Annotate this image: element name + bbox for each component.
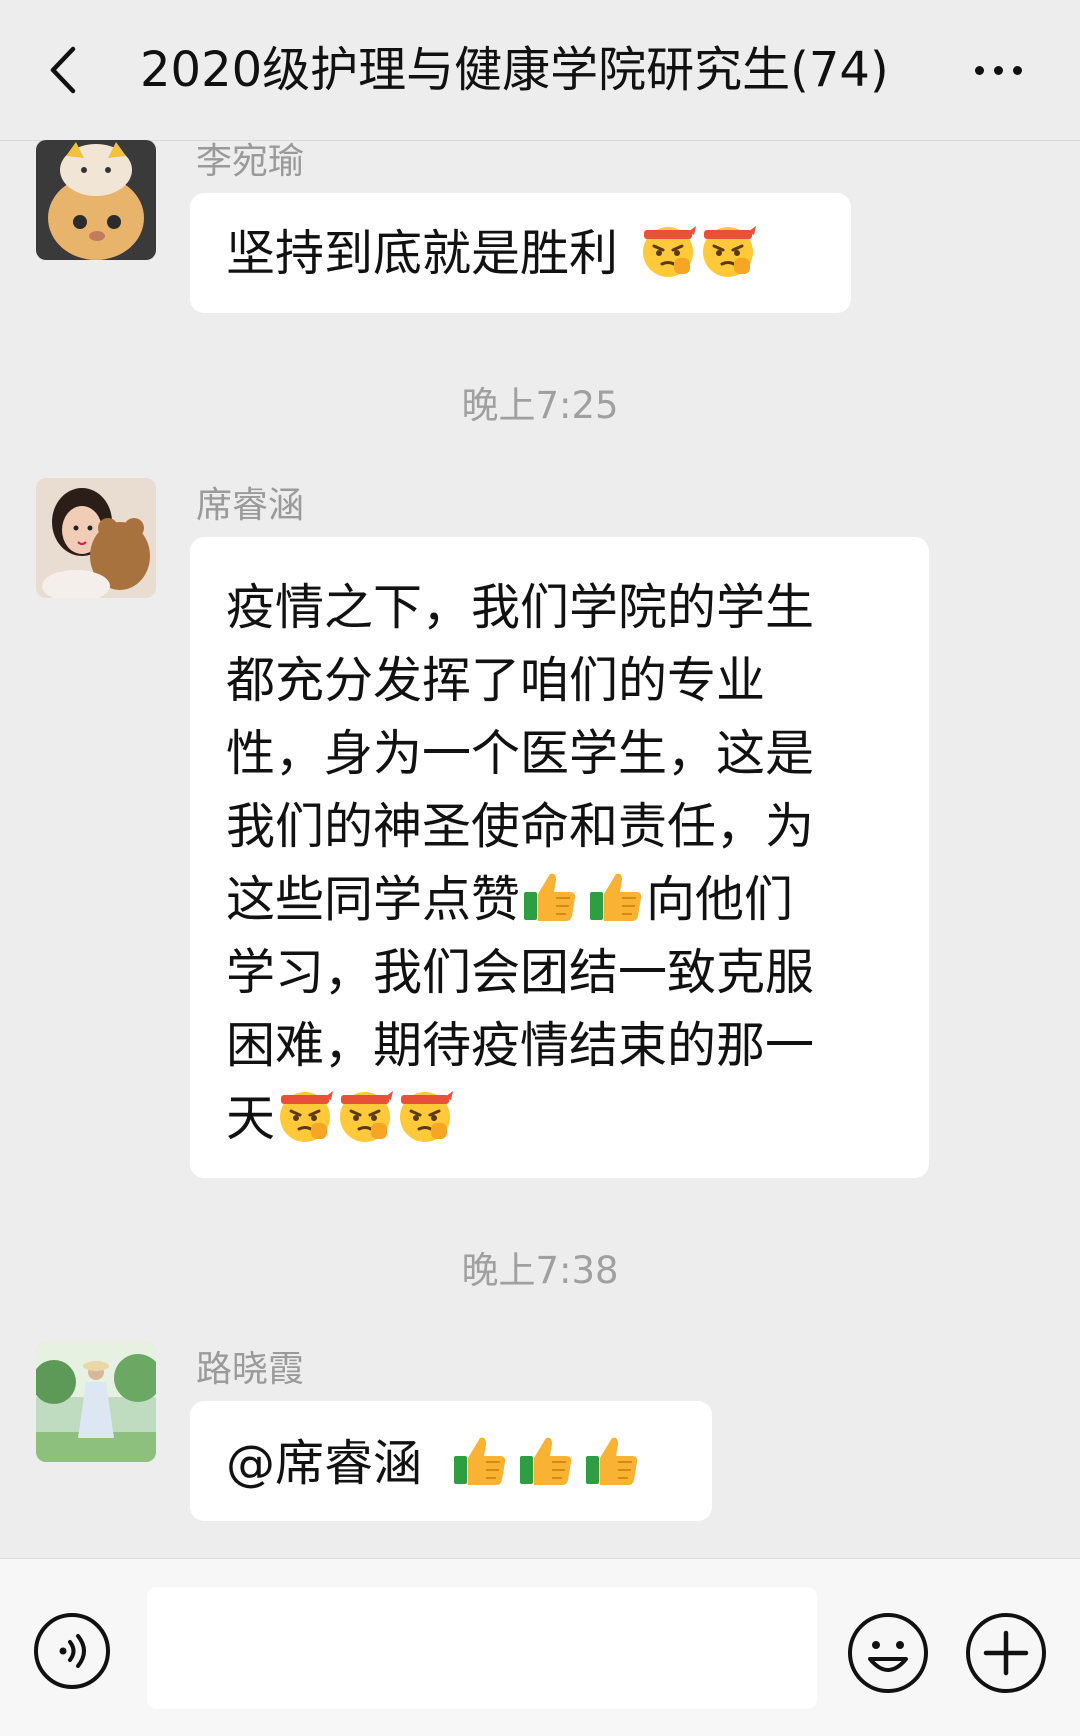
sender-name: 路晓霞 (196, 1349, 305, 1390)
avatar[interactable] (36, 478, 156, 598)
avatar[interactable] (36, 1342, 156, 1462)
message-line-with-emoji: 这些同学点赞 向他们 (226, 863, 909, 936)
timestamp: 晚上7:25 (461, 384, 619, 427)
determined-emoji-icon (638, 220, 698, 280)
plus-circle-icon (966, 1613, 1046, 1693)
determined-emoji-icon (698, 220, 758, 280)
determined-emoji-icon (335, 1085, 395, 1145)
voice-icon (34, 1613, 110, 1689)
more-dot (1012, 65, 1022, 75)
determined-emoji-icon (395, 1085, 455, 1145)
thumbs-up-emoji-icon (520, 866, 580, 926)
thumbs-up-emoji-icon (450, 1430, 510, 1490)
chevron-left-icon (50, 46, 76, 94)
message-line: 性，身为一个医学生，这是 (226, 725, 815, 782)
thumbs-up-emoji-icon (586, 866, 646, 926)
input-bar (0, 1558, 1080, 1736)
thumbs-up-emoji-icon (582, 1430, 642, 1490)
plus-button[interactable] (964, 1611, 1048, 1695)
message-line: 我们的神圣使命和责任，为 (226, 798, 815, 855)
message-line: 都充分发挥了咱们的专业 (226, 652, 766, 709)
message-line: 困难，期待疫情结束的那一 (226, 1017, 815, 1074)
thumbs-up-emoji-icon (516, 1430, 576, 1490)
voice-button[interactable] (32, 1611, 112, 1691)
smiley-icon (848, 1613, 928, 1693)
message-line: 天 (226, 1090, 276, 1147)
avatar[interactable] (36, 140, 156, 260)
back-button[interactable] (32, 36, 92, 104)
chat-title: 2020级护理与健康学院研究生(74) (140, 42, 889, 98)
message-bubble[interactable]: 疫情之下，我们学院的学生 都充分发挥了咱们的专业 性，身为一个医学生，这是 我们… (190, 537, 929, 1178)
message-input[interactable] (147, 1587, 817, 1709)
message-bubble[interactable]: @席睿涵 (190, 1401, 712, 1521)
emoji-button[interactable] (846, 1611, 930, 1695)
message-line: 学习，我们会团结一致克服 (226, 944, 815, 1001)
message-line-with-emoji: 天 (226, 1082, 909, 1155)
message-text: 疫情之下，我们学院的学生 都充分发挥了咱们的专业 性，身为一个医学生，这是 我们… (226, 571, 909, 1155)
message-line: 疫情之下，我们学院的学生 (226, 579, 815, 636)
top-divider (0, 140, 1080, 141)
determined-emoji-icon (275, 1085, 335, 1145)
more-dot (993, 65, 1003, 75)
mention-text: @席睿涵 (226, 1435, 423, 1492)
more-button[interactable] (958, 42, 1038, 98)
message-bubble[interactable]: 坚持到底就是胜利 (190, 193, 851, 313)
message-line: 向他们 (646, 871, 794, 928)
top-bar: 2020级护理与健康学院研究生(74) (0, 0, 1080, 138)
timestamp: 晚上7:38 (461, 1249, 619, 1292)
sender-name: 李宛瑜 (196, 141, 305, 182)
sender-name: 席睿涵 (196, 485, 305, 526)
message-line: 这些同学点赞 (226, 871, 521, 928)
more-dots-icon (974, 65, 984, 75)
message-text: 坚持到底就是胜利 (226, 225, 619, 282)
